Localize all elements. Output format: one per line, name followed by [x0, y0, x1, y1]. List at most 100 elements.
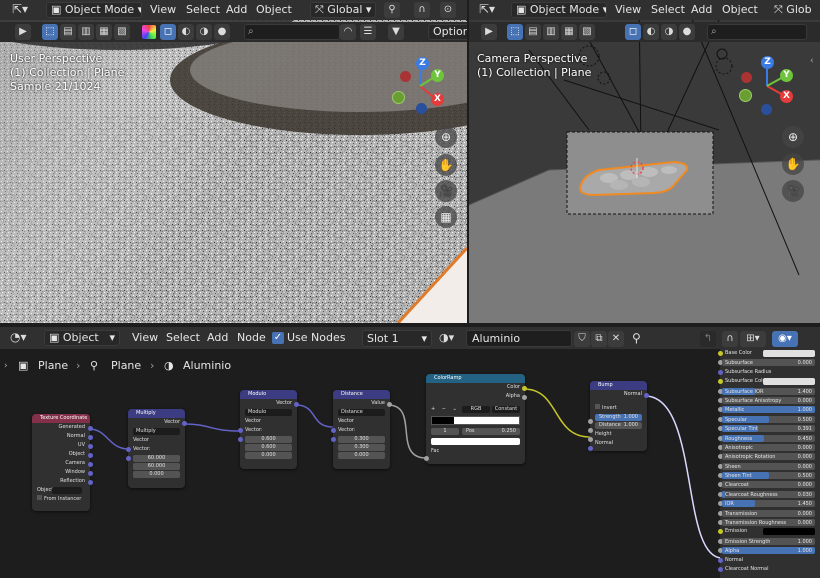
from-instancer-checkbox[interactable]: From Instancer: [32, 495, 90, 504]
texcoord-object-field[interactable]: Object:: [32, 486, 90, 495]
multiply-input-vector-2[interactable]: Vector:: [128, 445, 185, 454]
bsdf-property-row[interactable]: Subsurface IOR 1.400: [718, 387, 815, 396]
bsdf-input-socket[interactable]: [718, 379, 723, 385]
colorramp-index-field[interactable]: 1: [431, 428, 459, 435]
bsdf-color-swatch[interactable]: [763, 350, 815, 357]
bsdf-slider[interactable]: IOR 1.450: [722, 500, 815, 508]
multiply-input-socket-2[interactable]: [126, 456, 131, 461]
bsdf-slider[interactable]: Sheen Tint 0.500: [722, 472, 815, 480]
bsdf-property-row[interactable]: Subsurface Color: [718, 377, 815, 386]
modulo-input-vector[interactable]: Vector: [240, 417, 297, 426]
right-shading-material-icon[interactable]: ◑: [661, 24, 677, 40]
bsdf-input-socket[interactable]: [718, 351, 723, 356]
bsdf-property-row[interactable]: IOR 1.450: [718, 499, 815, 508]
right-axis-neg-y-icon[interactable]: [739, 89, 752, 102]
bump-input-height[interactable]: Height: [590, 430, 647, 439]
remove-stop-icon[interactable]: −: [442, 406, 446, 412]
distance-output-value[interactable]: Value: [333, 399, 390, 408]
colorramp-output-color[interactable]: Color: [426, 383, 525, 392]
menu-select[interactable]: Select: [186, 0, 220, 20]
colorramp-node[interactable]: ColorRamp Color Alpha + − ⌄ RGB Constant…: [424, 374, 527, 464]
modulo-operation-dropdown[interactable]: Modulo: [245, 409, 292, 416]
colorramp-pos-field[interactable]: Pos 0.250: [462, 428, 520, 435]
left-sidebar-toggle-icon[interactable]: ›: [2, 56, 6, 66]
colorramp-interpolation-dropdown[interactable]: Constant: [492, 406, 520, 413]
right-zoom-icon[interactable]: ⊕: [782, 126, 804, 148]
bump-strength-socket[interactable]: [588, 419, 593, 424]
texcoord-node-title[interactable]: Texture Coordinate: [32, 414, 90, 423]
bsdf-slider[interactable]: Specular 0.500: [722, 415, 815, 423]
bsdf-property-row[interactable]: Anisotropic 0.000: [718, 443, 815, 452]
shading-render-icon[interactable]: ●: [214, 24, 230, 40]
pivot-icon[interactable]: ⚲: [384, 2, 400, 18]
bsdf-property-row[interactable]: Emission: [718, 527, 815, 536]
right-navigation-gizmo[interactable]: Z Y X: [737, 56, 797, 116]
bsdf-property-row[interactable]: Sheen Tint 0.500: [718, 471, 815, 480]
bump-height-socket[interactable]: [588, 437, 593, 442]
bsdf-input-socket[interactable]: [718, 557, 723, 563]
left-navigation-gizmo[interactable]: Z Y X: [390, 56, 450, 116]
bsdf-input-socket[interactable]: [718, 369, 723, 375]
distance-node-title[interactable]: Distance: [333, 390, 390, 399]
right-menu-view[interactable]: View: [615, 0, 641, 20]
bsdf-slider[interactable]: Alpha 1.000: [722, 547, 815, 555]
right-sidebar-toggle-icon[interactable]: ‹: [810, 56, 814, 66]
modulo-output-vector[interactable]: Vector: [240, 399, 297, 408]
menu-object[interactable]: Object: [256, 0, 292, 20]
right-menu-select[interactable]: Select: [651, 0, 685, 20]
bsdf-slider[interactable]: Clearcoat Roughness 0.030: [722, 490, 815, 498]
distance-input-socket-2[interactable]: [331, 437, 336, 442]
distance-operation-dropdown[interactable]: Distance: [338, 409, 385, 416]
right-shading-wire-icon[interactable]: ◐: [643, 24, 659, 40]
curve-icon[interactable]: ◠: [340, 24, 356, 40]
bsdf-slider[interactable]: Subsurface Anisotropy 0.000: [722, 396, 815, 404]
right-axis-neg-x-icon[interactable]: [741, 72, 752, 83]
multiply-value-x[interactable]: 60.000: [133, 455, 180, 462]
bsdf-slider[interactable]: Sheen 0.000: [722, 462, 815, 470]
select-subtract-icon[interactable]: ▥: [78, 24, 94, 40]
filter-icon[interactable]: ▼: [388, 24, 404, 40]
bsdf-property-row[interactable]: Clearcoat Normal: [718, 565, 815, 574]
node-editor[interactable]: ◔▾ ▣ Object ▾ View Select Add Node ✓ Use …: [0, 325, 820, 578]
bump-normal-socket[interactable]: [588, 446, 593, 451]
colorramp-mode-dropdown[interactable]: RGB: [462, 406, 490, 413]
modulo-value-x[interactable]: 0.600: [245, 436, 292, 443]
multiply-node-title[interactable]: Multiply: [128, 409, 185, 418]
texcoord-camera-socket[interactable]: [88, 462, 93, 467]
bsdf-slider[interactable]: Anisotropic 0.000: [722, 443, 815, 451]
options-dropdown[interactable]: Options: [428, 24, 467, 40]
bsdf-slider[interactable]: Roughness 0.450: [722, 434, 815, 442]
select-box-icon[interactable]: ⬚: [42, 24, 58, 40]
bsdf-property-row[interactable]: Clearcoat Roughness 0.030: [718, 490, 815, 499]
shading-solid-icon[interactable]: ◻: [160, 24, 176, 40]
bsdf-property-row[interactable]: Alpha 1.000: [718, 546, 815, 555]
colorramp-output-alpha[interactable]: Alpha: [426, 392, 525, 401]
bump-output-normal[interactable]: Normal: [590, 390, 647, 399]
texcoord-output-reflection[interactable]: Reflection: [32, 477, 90, 486]
ramp-menu-icon[interactable]: ⌄: [453, 406, 457, 412]
shading-wire-icon[interactable]: ◐: [178, 24, 194, 40]
right-editor-type-icon[interactable]: ⇱▾: [479, 2, 495, 16]
bsdf-property-row[interactable]: Base Color: [718, 349, 815, 358]
right-select-extend-icon[interactable]: ▤: [525, 24, 541, 40]
right-select-box-icon[interactable]: ⬚: [507, 24, 523, 40]
modulo-input-vector-2[interactable]: Vector:: [240, 426, 297, 435]
texcoord-object-socket[interactable]: [88, 453, 93, 458]
modulo-value-y[interactable]: 0.600: [245, 444, 292, 451]
bsdf-property-row[interactable]: Transmission Roughness 0.000: [718, 518, 815, 527]
bsdf-property-row[interactable]: Subsurface 0.000: [718, 358, 815, 367]
bsdf-property-row[interactable]: Transmission 0.000: [718, 509, 815, 518]
principled-bsdf-node[interactable]: Base Color Subsurface 0.000 Subsurface Radi…: [718, 347, 820, 578]
multiply-output-vector[interactable]: Vector: [128, 418, 185, 427]
texcoord-output-normal[interactable]: Normal: [32, 432, 90, 441]
right-search-input[interactable]: ⌕: [707, 24, 807, 40]
left-search-input[interactable]: ⌕: [244, 24, 340, 40]
select-invert-icon[interactable]: ▦: [96, 24, 112, 40]
tool-cursor-icon[interactable]: ▶: [15, 24, 31, 40]
snap-icon[interactable]: ∩: [414, 2, 430, 18]
ortho-grid-icon[interactable]: ▦: [435, 206, 457, 228]
texcoord-output-window[interactable]: Window: [32, 468, 90, 477]
texcoord-window-socket[interactable]: [88, 471, 93, 476]
texcoord-reflection-socket[interactable]: [88, 480, 93, 485]
camera-view-icon[interactable]: 🎥: [435, 180, 457, 202]
